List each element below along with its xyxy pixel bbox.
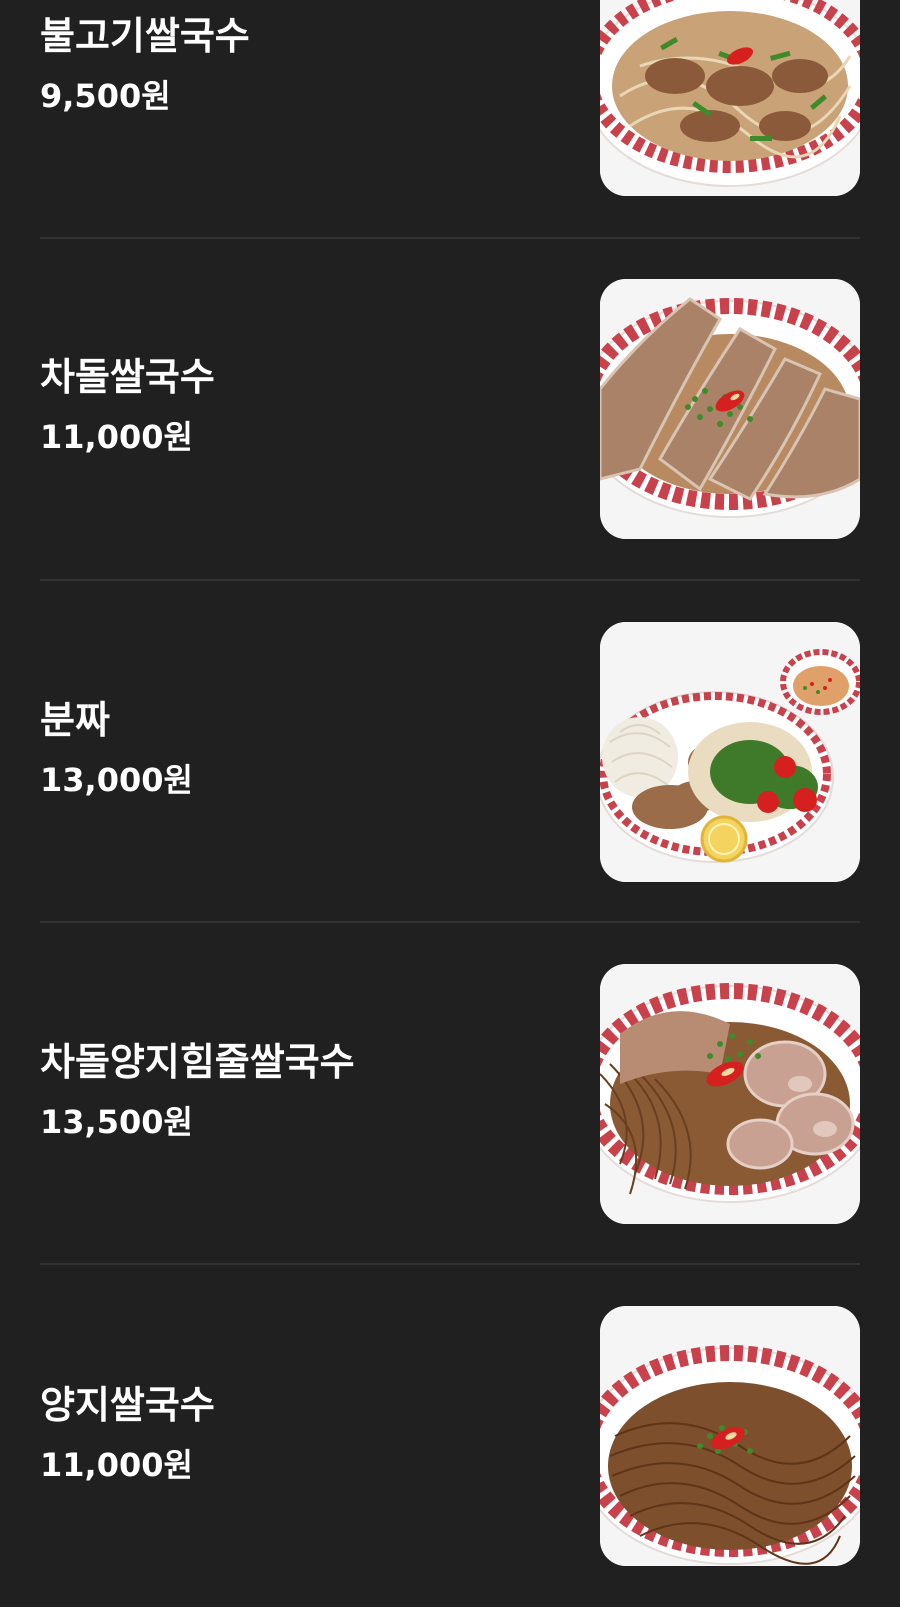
bulgogi-pho-photo-icon [600,0,860,196]
menu-item-chadol-pho[interactable]: 차돌쌀국수 11,000원 [0,239,900,581]
menu-item-price: 9,500원 [40,77,171,115]
menu-item-info: 차돌양지힘줄쌀국수 13,500원 [40,923,570,1265]
menu-list: 불고기쌀국수 9,500원 차돌쌀국수 11,000원 분짜 13,000원 차… [0,0,900,1566]
menu-item-bulgogi-pho[interactable]: 불고기쌀국수 9,500원 [0,0,900,238]
menu-item-info: 분짜 13,000원 [40,581,570,923]
menu-item-info: 양지쌀국수 11,000원 [40,1265,570,1607]
menu-item-yangji-pho[interactable]: 양지쌀국수 11,000원 [0,1265,900,1607]
yangji-pho-photo-icon [600,1306,860,1566]
menu-item-photo[interactable] [600,622,860,882]
menu-item-price: 11,000원 [40,1446,193,1484]
menu-item-name: 차돌양지힘줄쌀국수 [40,1040,355,1084]
menu-item-photo[interactable] [600,964,860,1224]
menu-item-name: 양지쌀국수 [40,1383,215,1427]
menu-item-photo[interactable] [600,1306,860,1566]
bun-cha-photo-icon [600,622,860,882]
menu-item-name: 불고기쌀국수 [40,14,250,58]
menu-item-chadol-yangji-tendon-pho[interactable]: 차돌양지힘줄쌀국수 13,500원 [0,923,900,1265]
menu-item-info: 불고기쌀국수 9,500원 [40,0,570,238]
menu-item-info: 차돌쌀국수 11,000원 [40,239,570,581]
menu-item-price: 13,000원 [40,761,193,799]
menu-item-bun-cha[interactable]: 분짜 13,000원 [0,581,900,923]
menu-item-price: 11,000원 [40,418,193,456]
menu-item-photo[interactable] [600,279,860,539]
menu-item-photo[interactable] [600,0,860,196]
chadol-pho-photo-icon [600,279,860,539]
menu-item-name: 분짜 [40,698,110,742]
chadol-yangji-tendon-pho-photo-icon [600,964,860,1224]
menu-item-name: 차돌쌀국수 [40,355,215,399]
menu-item-price: 13,500원 [40,1103,193,1141]
